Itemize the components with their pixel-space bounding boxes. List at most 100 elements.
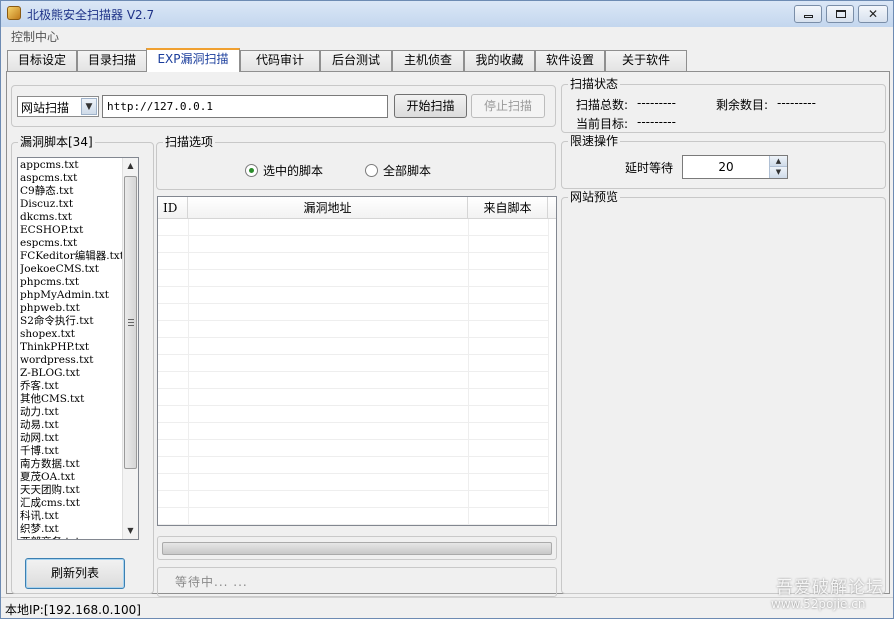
status-bar: 本地IP:[192.168.0.100] <box>1 597 893 618</box>
script-list-items: appcms.txt aspcms.txt C9静态.txt Discuz.txt dk… <box>20 159 124 539</box>
table-row <box>158 304 548 321</box>
script-list-item[interactable]: 科讯.txt <box>20 510 124 523</box>
script-list-title: 漏洞脚本[34] <box>18 134 95 150</box>
script-list-item[interactable]: 汇成cms.txt <box>20 497 124 510</box>
script-listbox[interactable]: appcms.txt aspcms.txt C9静态.txt Discuz.txt dk… <box>17 157 139 540</box>
table-row <box>158 474 548 491</box>
script-list-item[interactable]: dkcms.txt <box>20 211 124 224</box>
stop-scan-button[interactable]: 停止扫描 <box>471 94 545 118</box>
progress-bar <box>162 542 552 555</box>
scan-mode-value: 网站扫描 <box>21 101 70 115</box>
table-row <box>158 236 548 253</box>
table-column-line <box>188 219 189 525</box>
current-target-value: --------- <box>637 115 676 129</box>
minimize-icon <box>804 15 813 18</box>
delay-input[interactable] <box>683 156 769 178</box>
scroll-down-icon[interactable]: ▼ <box>123 523 138 539</box>
url-input-box[interactable] <box>102 95 388 118</box>
script-list-item[interactable]: FCKeditor编辑器.txt <box>20 250 124 263</box>
script-list-item[interactable]: JoekoeCMS.txt <box>20 263 124 276</box>
table-row <box>158 321 548 338</box>
script-list-item[interactable]: 天天团购.txt <box>20 484 124 497</box>
app-icon <box>7 6 21 20</box>
delay-spinner[interactable]: ▲ ▼ <box>682 155 788 179</box>
script-list-item[interactable]: wordpress.txt <box>20 354 124 367</box>
script-list-item[interactable]: 夏茂OA.txt <box>20 471 124 484</box>
watermark-line2: www.52pojie.cn <box>771 597 866 611</box>
spin-down-icon[interactable]: ▼ <box>769 167 787 178</box>
radio-dot-selected[interactable] <box>245 164 258 177</box>
table-row <box>158 287 548 304</box>
tab-code-audit[interactable]: 代码审计 <box>240 50 320 71</box>
scroll-up-icon[interactable]: ▲ <box>123 158 138 174</box>
tab-about[interactable]: 关于软件 <box>605 50 687 71</box>
script-list-item[interactable]: 乔客.txt <box>20 380 124 393</box>
script-list-scrollbar[interactable]: ▲ ▼ <box>122 158 138 539</box>
script-list-item[interactable]: phpweb.txt <box>20 302 124 315</box>
delay-label: 延时等待 <box>625 161 674 175</box>
website-preview-group: 网站预览 <box>561 189 886 594</box>
menu-control-center[interactable]: 控制中心 <box>11 28 59 45</box>
script-list-item[interactable]: appcms.txt <box>20 159 124 172</box>
total-value: --------- <box>637 96 676 110</box>
window-title: 北极熊安全扫描器 V2.7 <box>27 8 155 22</box>
tab-settings[interactable]: 软件设置 <box>535 50 605 71</box>
minimize-button[interactable] <box>794 5 822 23</box>
script-list-item[interactable]: phpcms.txt <box>20 276 124 289</box>
table-row <box>158 440 548 457</box>
script-list-item[interactable]: 其他CMS.txt <box>20 393 124 406</box>
script-list-item[interactable]: Z-BLOG.txt <box>20 367 124 380</box>
watermark-line1: 吾爱破解论坛 <box>776 578 884 598</box>
scan-options-group: 扫描选项 <box>156 134 556 190</box>
column-header-vuln-address[interactable]: 漏洞地址 <box>188 197 468 219</box>
menu-bar: 控制中心 <box>1 27 893 45</box>
script-list-item[interactable]: 南方数据.txt <box>20 458 124 471</box>
script-list-item[interactable]: ThinkPHP.txt <box>20 341 124 354</box>
table-row <box>158 219 548 236</box>
table-row <box>158 253 548 270</box>
rate-limit-title: 限速操作 <box>568 133 621 149</box>
tab-strip: 目标设定 目录扫描 EXP漏洞扫描 代码审计 后台测试 主机侦查 我的收藏 软件… <box>7 48 887 72</box>
tab-target-setup[interactable]: 目标设定 <box>7 50 77 71</box>
script-list-item[interactable]: 织梦.txt <box>20 523 124 536</box>
table-row <box>158 423 548 440</box>
start-scan-button[interactable]: 开始扫描 <box>394 94 467 118</box>
column-header-id[interactable]: ID <box>158 197 188 219</box>
script-list-item[interactable]: 动网.txt <box>20 432 124 445</box>
table-column-line <box>548 219 549 525</box>
local-ip-text: 本地IP:[192.168.0.100] <box>5 603 141 617</box>
results-table[interactable]: ID 漏洞地址 来自脚本 <box>157 196 557 526</box>
script-list-item[interactable]: S2命令执行.txt <box>20 315 124 328</box>
script-list-item[interactable]: espcms.txt <box>20 237 124 250</box>
radio-selected-scripts[interactable]: 选中的脚本 <box>245 162 323 179</box>
url-input[interactable] <box>103 96 387 117</box>
script-list-item[interactable]: shopex.txt <box>20 328 124 341</box>
radio-dot-all[interactable] <box>365 164 378 177</box>
maximize-button[interactable] <box>826 5 854 23</box>
spin-up-icon[interactable]: ▲ <box>769 156 787 167</box>
script-list-item[interactable]: aspcms.txt <box>20 172 124 185</box>
table-row <box>158 508 548 525</box>
script-list-item[interactable]: 动力.txt <box>20 406 124 419</box>
scan-mode-select[interactable]: 网站扫描 ▼ <box>17 96 99 117</box>
tab-directory-scan[interactable]: 目录扫描 <box>77 50 147 71</box>
tab-admin-test[interactable]: 后台测试 <box>320 50 392 71</box>
tab-exp-vuln-scan[interactable]: EXP漏洞扫描 <box>146 48 240 72</box>
chevron-down-icon[interactable]: ▼ <box>81 98 97 115</box>
script-list-item[interactable]: Discuz.txt <box>20 198 124 211</box>
wait-status-box: 等待中... ... <box>157 567 557 597</box>
script-list-item[interactable]: phpMyAdmin.txt <box>20 289 124 302</box>
script-list-item[interactable]: C9静态.txt <box>20 185 124 198</box>
script-list-item[interactable]: 西部商务.txt <box>20 536 124 539</box>
refresh-list-button[interactable]: 刷新列表 <box>25 558 125 589</box>
scroll-thumb[interactable] <box>124 176 137 469</box>
close-button[interactable]: ✕ <box>858 5 888 23</box>
table-row <box>158 338 548 355</box>
tab-favorites[interactable]: 我的收藏 <box>464 50 535 71</box>
script-list-item[interactable]: 千博.txt <box>20 445 124 458</box>
radio-all-scripts[interactable]: 全部脚本 <box>365 162 431 179</box>
script-list-item[interactable]: 动易.txt <box>20 419 124 432</box>
tab-host-recon[interactable]: 主机侦查 <box>392 50 464 71</box>
column-header-source-script[interactable]: 来自脚本 <box>468 197 548 219</box>
script-list-item[interactable]: ECSHOP.txt <box>20 224 124 237</box>
